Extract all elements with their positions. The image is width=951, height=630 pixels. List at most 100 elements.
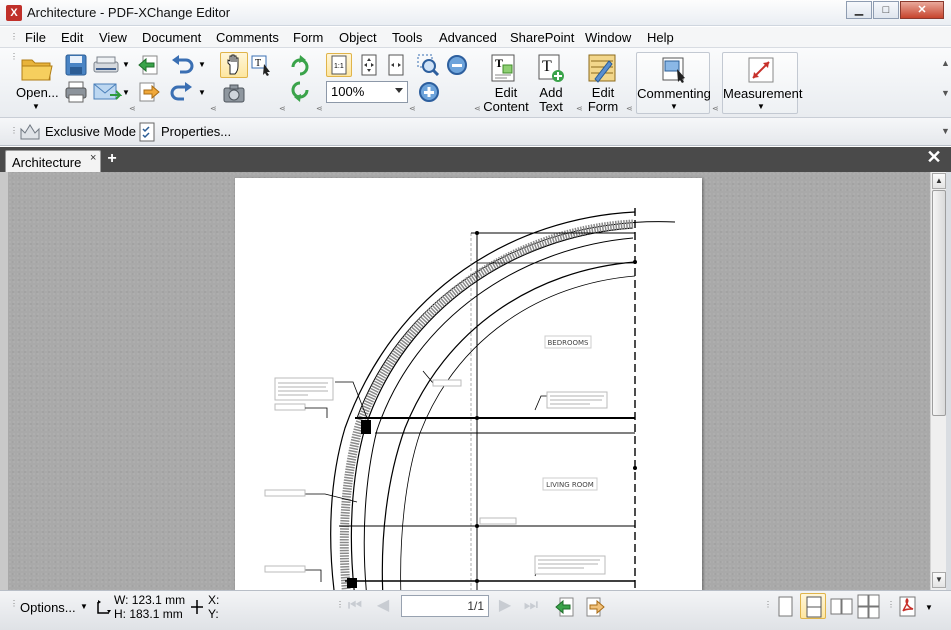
- vertical-scrollbar[interactable]: ▲ ▼: [930, 172, 946, 590]
- next-page-icon[interactable]: ▶: [494, 596, 516, 616]
- scroll-down-icon[interactable]: ▼: [932, 572, 946, 588]
- chevron-down-icon[interactable]: ▼: [122, 88, 130, 97]
- single-page-icon[interactable]: [774, 595, 796, 619]
- menu-help[interactable]: Help: [647, 30, 674, 45]
- facing-pages-icon[interactable]: [830, 595, 854, 619]
- previous-view-icon[interactable]: [137, 54, 161, 76]
- open-button-label[interactable]: Open...: [16, 86, 59, 100]
- previous-page-icon[interactable]: ◀: [372, 596, 394, 616]
- previous-view-icon[interactable]: [554, 596, 576, 618]
- tab-architecture[interactable]: Architecture ×: [5, 150, 101, 172]
- title-bar: X Architecture - PDF-XChange Editor ▁ □ …: [0, 0, 951, 26]
- menu-file[interactable]: File: [25, 30, 46, 45]
- next-view-icon[interactable]: [137, 81, 161, 103]
- fit-width-icon[interactable]: [384, 54, 408, 76]
- chevron-down-icon[interactable]: ▼: [80, 602, 88, 611]
- zoom-level-value: 100%: [331, 84, 365, 99]
- next-view-icon[interactable]: [584, 596, 606, 618]
- grip-icon: ⋖: [576, 104, 583, 113]
- chevron-down-icon[interactable]: ▼: [198, 60, 206, 69]
- toolbar-overflow-icon[interactable]: ▼: [941, 126, 950, 136]
- close-button[interactable]: ✕: [900, 1, 944, 19]
- zoom-in-icon[interactable]: [417, 81, 441, 103]
- scroll-up-icon[interactable]: ▲: [932, 173, 946, 189]
- maximize-button[interactable]: □: [873, 1, 899, 19]
- menu-advanced[interactable]: Advanced: [439, 30, 497, 45]
- pdf-document-icon[interactable]: [897, 595, 919, 619]
- chevron-down-icon[interactable]: ▼: [32, 102, 40, 111]
- tab-close-icon[interactable]: ×: [90, 152, 96, 164]
- select-text-icon[interactable]: T: [250, 54, 274, 76]
- app-icon[interactable]: X: [6, 5, 22, 21]
- options-button[interactable]: Options...: [20, 600, 76, 615]
- cursor-y-readout: Y:: [208, 607, 219, 621]
- undo-icon[interactable]: [170, 54, 194, 76]
- grip-icon: ⋮: [10, 32, 18, 41]
- first-page-icon[interactable]: ⏮: [344, 596, 366, 616]
- new-tab-button[interactable]: +: [105, 151, 119, 167]
- add-text-button-label[interactable]: Add Text: [531, 86, 571, 114]
- toolbar-overflow-icon[interactable]: ▲: [941, 58, 950, 68]
- main-toolbar: ⋮ Open... ▼ ▼ ▼ ⋖ ▼ ▼ ⋖ T ⋖ ⋖ 1:1 100% ⋖…: [0, 48, 951, 118]
- email-icon[interactable]: [92, 81, 122, 103]
- properties-button[interactable]: Properties...: [161, 124, 231, 139]
- scan-icon[interactable]: [92, 54, 122, 76]
- close-all-tabs-icon[interactable]: ✕: [926, 148, 942, 166]
- grip-icon: ⋮: [10, 599, 18, 608]
- rotate-counterclockwise-icon[interactable]: [288, 81, 312, 103]
- hand-icon: [227, 54, 239, 75]
- folder-open-icon[interactable]: [20, 54, 54, 82]
- page-size-icon: [97, 600, 111, 614]
- edit-form-icon[interactable]: [587, 53, 619, 83]
- grip-icon: ⋖: [129, 104, 136, 113]
- menu-tools[interactable]: Tools: [392, 30, 422, 45]
- rotate-clockwise-icon[interactable]: [288, 54, 312, 76]
- save-icon[interactable]: [64, 54, 88, 76]
- measurement-button[interactable]: Measurement ▼: [722, 52, 802, 114]
- chevron-down-icon[interactable]: ▼: [122, 60, 130, 69]
- zoom-out-icon[interactable]: [445, 54, 469, 76]
- scroll-thumb[interactable]: [932, 190, 946, 416]
- edit-content-button-label[interactable]: Edit Content: [482, 86, 530, 114]
- fit-page-icon[interactable]: [357, 54, 381, 76]
- last-page-icon[interactable]: ⏭: [520, 596, 542, 616]
- continuous-page-button[interactable]: [800, 593, 826, 619]
- menu-form[interactable]: Form: [293, 30, 323, 45]
- print-icon[interactable]: [64, 81, 88, 103]
- toolbar-overflow-icon[interactable]: ▼: [941, 88, 950, 98]
- chevron-down-icon[interactable]: ▼: [925, 603, 933, 612]
- exclusive-mode-button[interactable]: Exclusive Mode: [45, 124, 136, 139]
- page-height-readout: H: 183.1 mm: [114, 607, 183, 621]
- continuous-page-icon: [806, 596, 822, 618]
- menu-document[interactable]: Document: [142, 30, 201, 45]
- minimize-button[interactable]: ▁: [846, 1, 872, 19]
- actual-size-button[interactable]: 1:1: [326, 53, 352, 77]
- menu-sharepoint[interactable]: SharePoint: [510, 30, 574, 45]
- pdf-page[interactable]: BEDROOMS LIVING ROOM: [235, 178, 702, 590]
- grip-icon: ⋖: [210, 104, 217, 113]
- document-viewport[interactable]: BEDROOMS LIVING ROOM: [8, 172, 930, 590]
- page-number-input[interactable]: 1/1: [401, 595, 489, 617]
- properties-icon[interactable]: [138, 121, 158, 143]
- grip-icon: ⋖: [279, 104, 286, 113]
- menu-comments[interactable]: Comments: [216, 30, 279, 45]
- menu-view[interactable]: View: [99, 30, 127, 45]
- snapshot-icon[interactable]: [222, 83, 246, 105]
- cursor-x-readout: X:: [208, 593, 220, 607]
- commenting-button[interactable]: Commenting ▼: [636, 52, 711, 114]
- add-text-icon[interactable]: T: [536, 53, 568, 83]
- marquee-zoom-icon[interactable]: [417, 54, 441, 76]
- exclusive-mode-icon[interactable]: [19, 123, 41, 141]
- hand-tool-button[interactable]: [220, 52, 248, 78]
- chevron-down-icon[interactable]: ▼: [198, 88, 206, 97]
- zoom-level-select[interactable]: 100%: [326, 81, 408, 103]
- edit-form-button-label[interactable]: Edit Form: [583, 86, 623, 114]
- menu-edit[interactable]: Edit: [61, 30, 83, 45]
- redo-icon[interactable]: [170, 81, 194, 103]
- edit-content-icon[interactable]: T: [489, 53, 521, 83]
- menu-window[interactable]: Window: [585, 30, 631, 45]
- menu-object[interactable]: Object: [339, 30, 377, 45]
- chevron-down-icon: [395, 88, 403, 93]
- svg-text:T: T: [542, 58, 552, 75]
- continuous-facing-icon[interactable]: [856, 594, 882, 620]
